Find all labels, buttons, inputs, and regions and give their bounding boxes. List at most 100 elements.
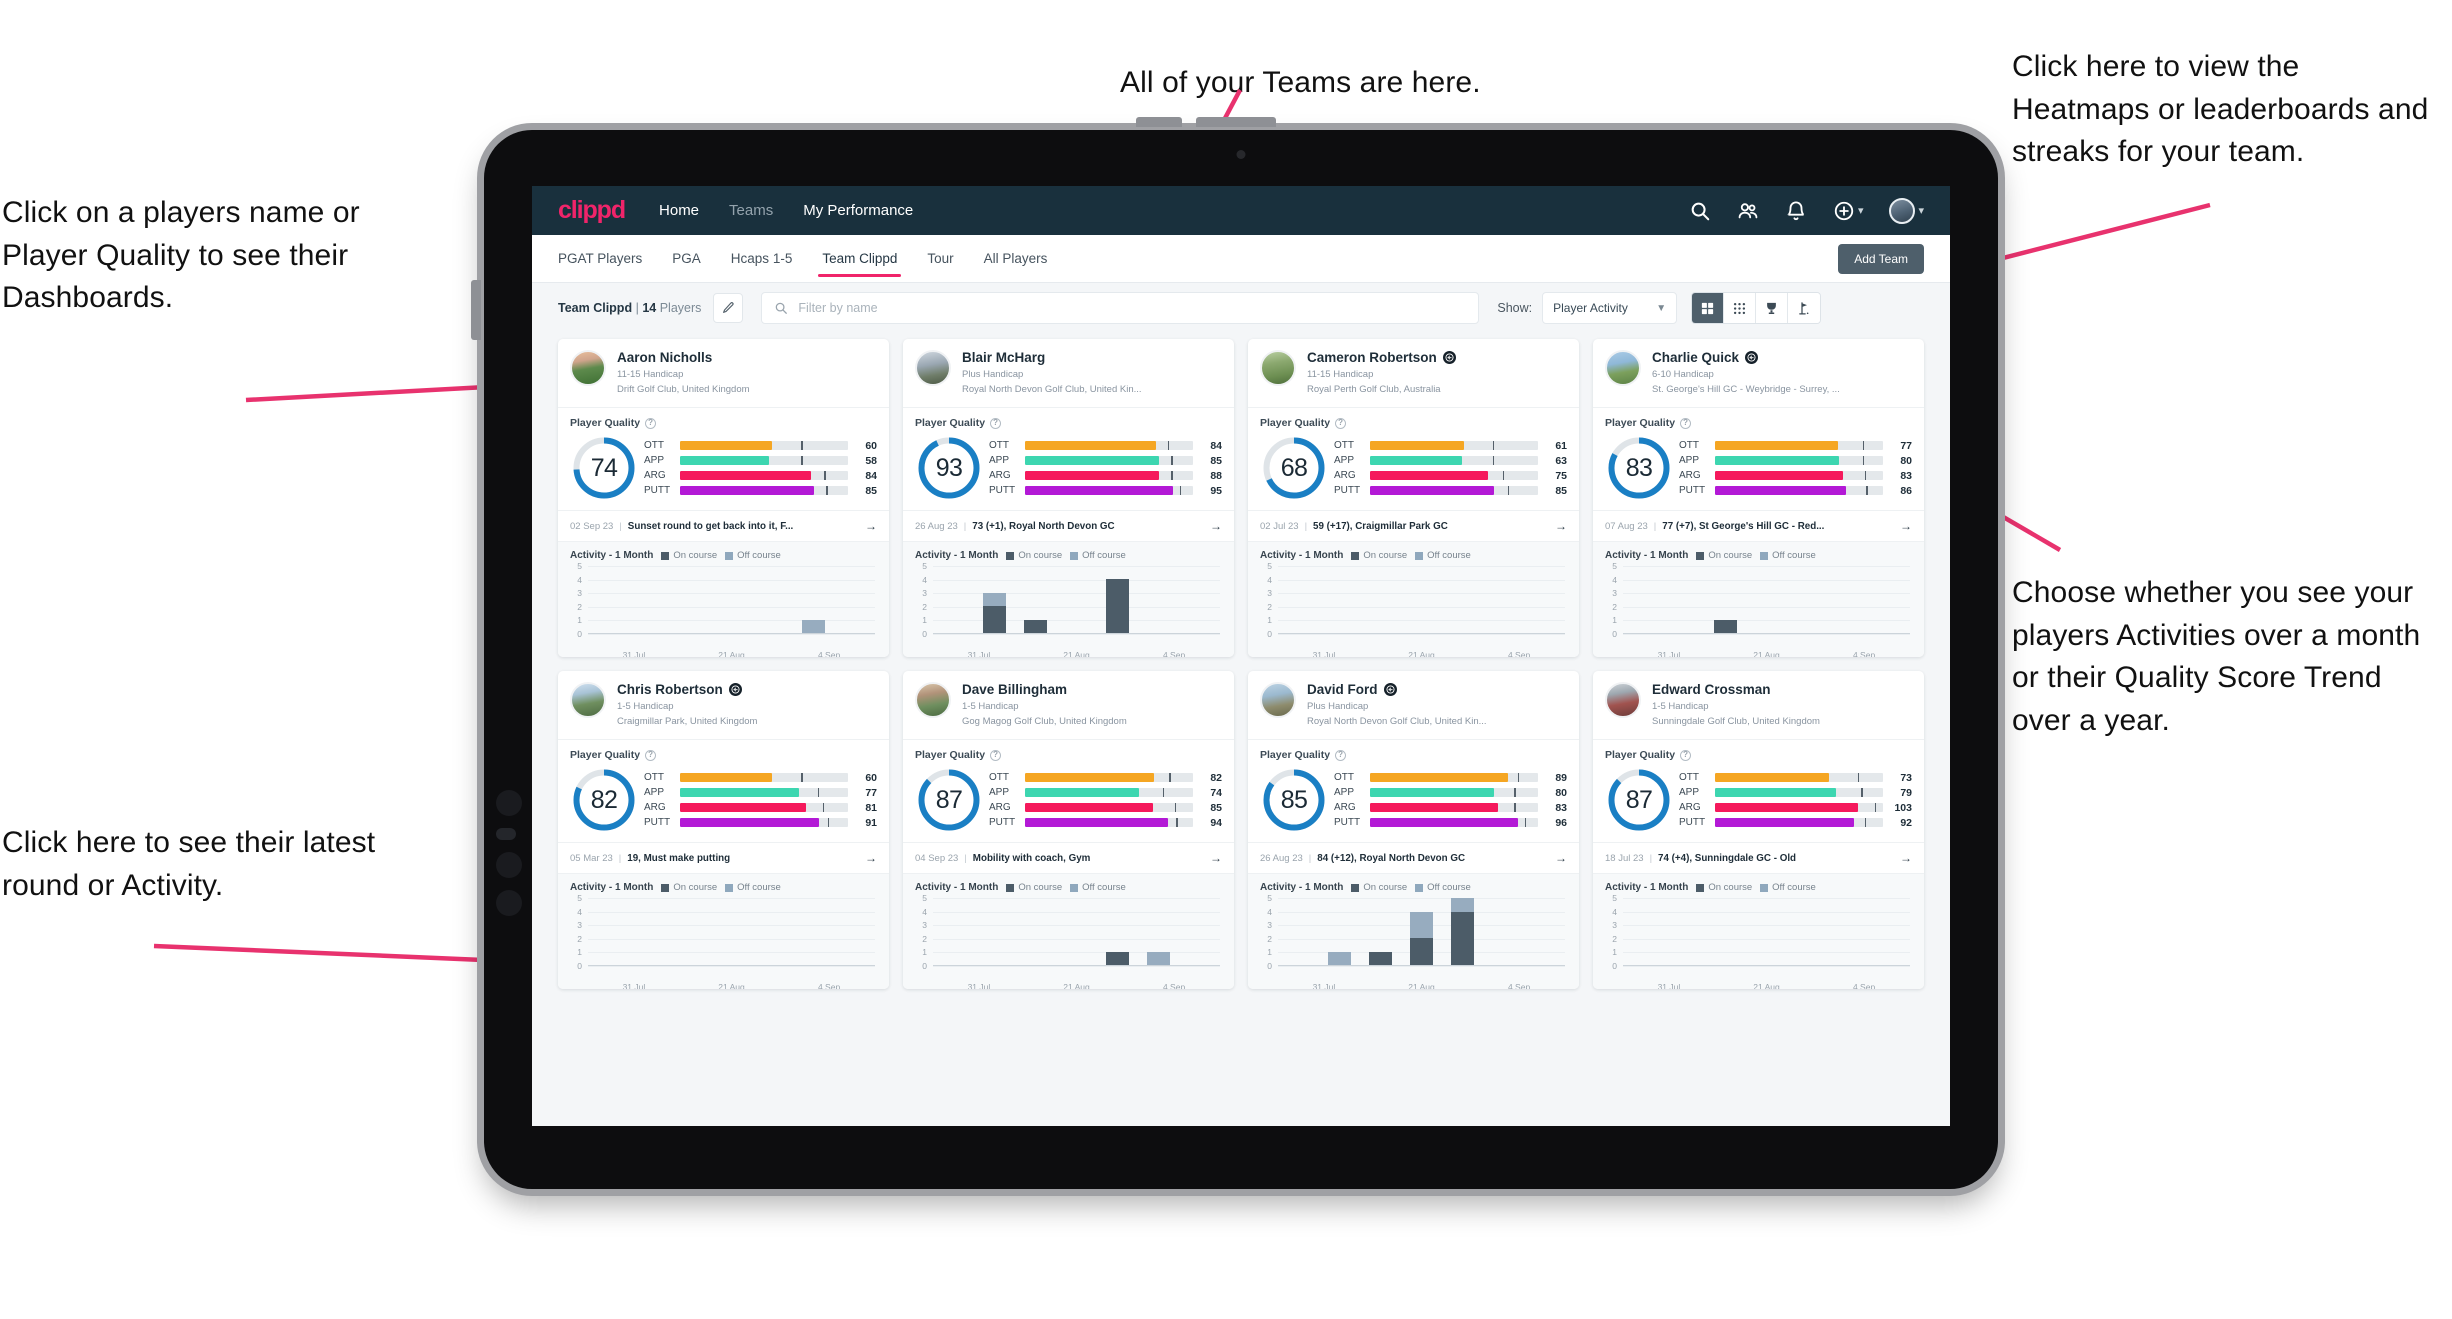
grid-view-button[interactable] <box>1692 293 1725 323</box>
help-icon[interactable]: ? <box>1680 417 1692 429</box>
player-name-row[interactable]: Chris Robertson <box>617 682 757 698</box>
clippd-logo[interactable]: clippd <box>558 198 626 223</box>
search-field-wrapper[interactable] <box>761 292 1480 324</box>
player-name[interactable]: Aaron Nicholls <box>617 350 712 366</box>
player-card[interactable]: Aaron Nicholls 11-15 Handicap Drift Golf C… <box>558 339 889 658</box>
player-quality-section[interactable]: Player Quality? 83 OTT 77 APP 80 ARG 83 PUTT 86 <box>1593 407 1924 510</box>
player-quality-donut[interactable]: 68 <box>1260 434 1328 502</box>
player-card[interactable]: Blair McHarg Plus Handicap Royal North Dev… <box>903 339 1234 658</box>
trophy-view-button[interactable] <box>1756 293 1789 323</box>
add-team-button[interactable]: Add Team <box>1838 243 1924 274</box>
player-avatar[interactable] <box>570 682 606 719</box>
player-avatar[interactable] <box>570 350 606 386</box>
player-quality-section[interactable]: Player Quality? 85 OTT 89 APP 80 ARG 83 PUTT 96 <box>1248 739 1579 842</box>
nav-item-teams[interactable]: Teams <box>729 202 773 219</box>
arrow-right-icon[interactable]: → <box>1210 519 1222 533</box>
player-name-row[interactable]: Cameron Robertson <box>1307 350 1456 366</box>
tablet-side-button[interactable] <box>471 280 481 340</box>
arrow-right-icon[interactable]: → <box>1210 851 1222 865</box>
player-name-row[interactable]: David Ford <box>1307 682 1487 698</box>
player-card-header[interactable]: Chris Robertson 1-5 Handicap Craigmillar P… <box>558 671 889 739</box>
player-name[interactable]: Dave Billingham <box>962 682 1067 698</box>
arrow-right-icon[interactable]: → <box>865 851 877 865</box>
help-icon[interactable]: ? <box>1335 417 1347 429</box>
player-name-row[interactable]: Dave Billingham <box>962 682 1127 698</box>
help-icon[interactable]: ? <box>645 749 657 761</box>
player-avatar[interactable] <box>1605 350 1641 386</box>
player-card-header[interactable]: Aaron Nicholls 11-15 Handicap Drift Golf C… <box>558 339 889 407</box>
player-card[interactable]: Edward Crossman 1-5 Handicap Sunningdale G… <box>1593 671 1924 990</box>
avatar[interactable] <box>1889 197 1916 224</box>
player-quality-section[interactable]: Player Quality? 82 OTT 60 APP 77 ARG 81 PUTT 91 <box>558 739 889 842</box>
latest-round-row[interactable]: 07 Aug 23 | 77 (+7), St George's Hill GC -… <box>1593 510 1924 541</box>
player-avatar[interactable] <box>915 350 951 386</box>
player-quality-section[interactable]: Player Quality? 74 OTT 60 APP 58 ARG 84 PUTT 85 <box>558 407 889 510</box>
player-name[interactable]: David Ford <box>1307 682 1378 698</box>
player-avatar[interactable] <box>1260 682 1296 719</box>
arrow-right-icon[interactable]: → <box>1555 851 1567 865</box>
help-icon[interactable]: ? <box>990 417 1002 429</box>
player-quality-donut[interactable]: 82 <box>570 766 638 834</box>
player-card-header[interactable]: David Ford Plus Handicap Royal North Devon… <box>1248 671 1579 739</box>
player-quality-donut[interactable]: 74 <box>570 434 638 502</box>
arrow-right-icon[interactable]: → <box>1555 519 1567 533</box>
bell-icon[interactable] <box>1785 200 1807 222</box>
player-name[interactable]: Cameron Robertson <box>1307 350 1437 366</box>
player-name[interactable]: Charlie Quick <box>1652 350 1739 366</box>
player-quality-section[interactable]: Player Quality? 93 OTT 84 APP 85 ARG 88 PUTT 95 <box>903 407 1234 510</box>
player-avatar[interactable] <box>915 682 951 719</box>
player-quality-section[interactable]: Player Quality? 87 OTT 73 APP 79 ARG 103 PUTT 92 <box>1593 739 1924 842</box>
player-quality-donut[interactable]: 87 <box>1605 766 1673 834</box>
player-name-row[interactable]: Charlie Quick <box>1652 350 1840 366</box>
help-icon[interactable]: ? <box>1680 749 1692 761</box>
player-avatar[interactable] <box>1605 682 1641 719</box>
player-name-row[interactable]: Edward Crossman <box>1652 682 1820 698</box>
tab-all-players[interactable]: All Players <box>984 235 1048 282</box>
player-name[interactable]: Blair McHarg <box>962 350 1045 366</box>
latest-round-row[interactable]: 26 Aug 23 | 84 (+12), Royal North Devon GC… <box>1248 842 1579 873</box>
player-card[interactable]: Chris Robertson 1-5 Handicap Craigmillar P… <box>558 671 889 990</box>
add-menu-button[interactable]: ▾ <box>1833 200 1863 222</box>
player-card-header[interactable]: Cameron Robertson 11-15 Handicap Royal Per… <box>1248 339 1579 407</box>
player-card[interactable]: Dave Billingham 1-5 Handicap Gog Magog Gol… <box>903 671 1234 990</box>
help-icon[interactable]: ? <box>990 749 1002 761</box>
tab-team-clippd[interactable]: Team Clippd <box>818 235 902 282</box>
player-card-header[interactable]: Blair McHarg Plus Handicap Royal North Dev… <box>903 339 1234 407</box>
nav-item-home[interactable]: Home <box>659 202 699 219</box>
player-card[interactable]: Cameron Robertson 11-15 Handicap Royal Per… <box>1248 339 1579 658</box>
latest-round-row[interactable]: 02 Sep 23 | Sunset round to get back into … <box>558 510 889 541</box>
player-card-header[interactable]: Dave Billingham 1-5 Handicap Gog Magog Gol… <box>903 671 1234 739</box>
people-icon[interactable] <box>1737 200 1759 222</box>
player-card-header[interactable]: Edward Crossman 1-5 Handicap Sunningdale G… <box>1593 671 1924 739</box>
latest-round-row[interactable]: 05 Mar 23 | 19, Must make putting → <box>558 842 889 873</box>
arrow-right-icon[interactable]: → <box>865 519 877 533</box>
player-name[interactable]: Chris Robertson <box>617 682 723 698</box>
dots-grid-view-button[interactable] <box>1724 293 1757 323</box>
tab-pga[interactable]: PGA <box>672 235 701 282</box>
player-card[interactable]: David Ford Plus Handicap Royal North Devon… <box>1248 671 1579 990</box>
player-quality-donut[interactable]: 87 <box>915 766 983 834</box>
arrow-right-icon[interactable]: → <box>1900 519 1912 533</box>
plus-circle-icon[interactable] <box>1833 200 1855 222</box>
help-icon[interactable]: ? <box>1335 749 1347 761</box>
profile-menu-button[interactable]: ▾ <box>1889 197 1924 224</box>
flag-view-button[interactable] <box>1788 293 1821 323</box>
player-name-row[interactable]: Blair McHarg <box>962 350 1142 366</box>
help-icon[interactable]: ? <box>645 417 657 429</box>
show-select[interactable]: Player Activity ▼ <box>1542 292 1678 324</box>
player-quality-section[interactable]: Player Quality? 68 OTT 61 APP 63 ARG 75 PUTT 85 <box>1248 407 1579 510</box>
latest-round-row[interactable]: 02 Jul 23 | 59 (+17), Craigmillar Park GC → <box>1248 510 1579 541</box>
player-card[interactable]: Charlie Quick 6-10 Handicap St. George's H… <box>1593 339 1924 658</box>
latest-round-row[interactable]: 18 Jul 23 | 74 (+4), Sunningdale GC - Old → <box>1593 842 1924 873</box>
player-name[interactable]: Edward Crossman <box>1652 682 1771 698</box>
arrow-right-icon[interactable]: → <box>1900 851 1912 865</box>
tab-tour[interactable]: Tour <box>927 235 953 282</box>
player-quality-donut[interactable]: 83 <box>1605 434 1673 502</box>
search-icon[interactable] <box>1689 200 1711 222</box>
latest-round-row[interactable]: 04 Sep 23 | Mobility with coach, Gym → <box>903 842 1234 873</box>
nav-item-my-performance[interactable]: My Performance <box>803 202 913 219</box>
tablet-volume-button-up[interactable] <box>1136 117 1182 127</box>
search-input[interactable] <box>798 301 1467 315</box>
tablet-power-button[interactable] <box>1196 117 1276 127</box>
tab-pgat-players[interactable]: PGAT Players <box>558 235 642 282</box>
